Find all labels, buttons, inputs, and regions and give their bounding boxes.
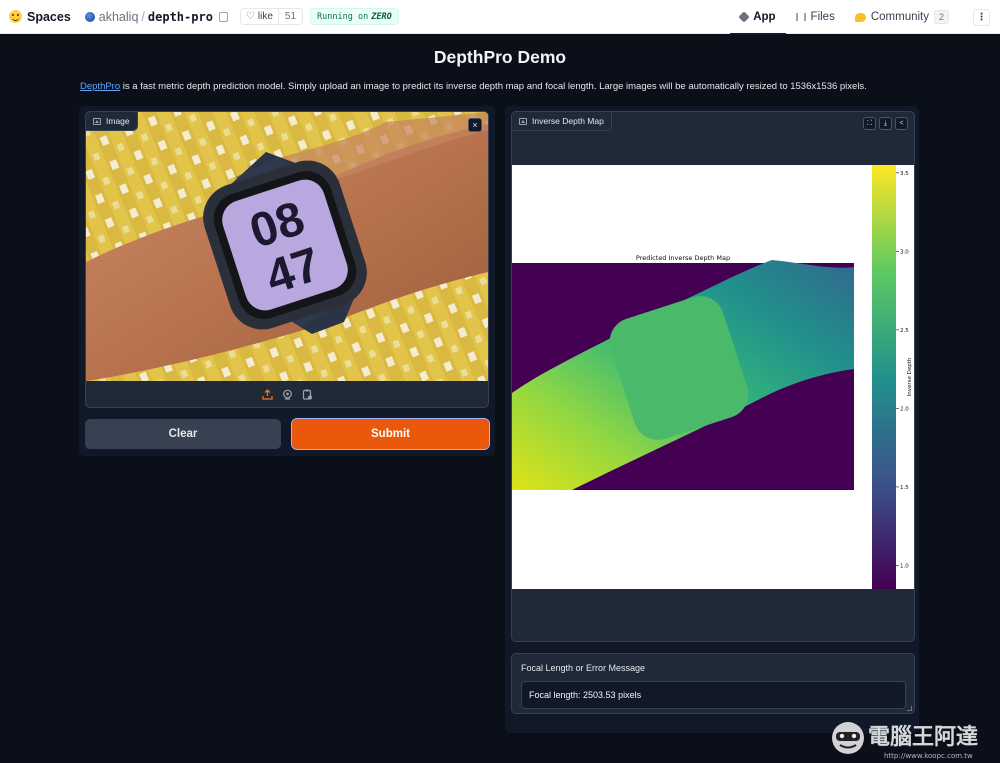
runtime-prefix: Running on <box>317 11 369 22</box>
tab-community[interactable]: Community 2 <box>845 0 959 34</box>
clear-button[interactable]: Clear <box>85 419 281 449</box>
image-upload[interactable]: Image × 08 47 <box>85 111 489 408</box>
image-icon <box>519 117 527 125</box>
watermark-url: http://www.koopc.com.tw <box>884 752 973 760</box>
uploaded-photo: 08 47 <box>86 112 488 381</box>
tab-files-label: Files <box>810 11 835 23</box>
page-description: DepthPro is a fast metric depth predicti… <box>80 81 867 92</box>
image-label: Image <box>106 116 130 126</box>
more-options-icon[interactable]: ⋮ <box>973 8 990 26</box>
runtime-hardware: ZERO <box>371 11 392 22</box>
brand-label: Spaces <box>27 9 71 24</box>
breadcrumb-separator: / <box>141 9 145 24</box>
community-icon <box>854 12 866 22</box>
like-label: like <box>257 11 273 22</box>
image-icon <box>93 117 101 125</box>
user-avatar-icon <box>84 11 95 22</box>
spaces-brand[interactable]: Spaces <box>9 10 71 24</box>
webcam-icon[interactable] <box>282 389 293 400</box>
colorbar-tick-label: 3.5 <box>900 171 909 177</box>
runtime-badge[interactable]: Running on ZERO <box>310 8 399 25</box>
owner-link[interactable]: akhaliq <box>99 10 139 24</box>
files-icon <box>795 13 806 21</box>
app-icon <box>738 11 750 23</box>
paste-clipboard-icon[interactable] <box>302 389 313 400</box>
tab-app[interactable]: App <box>730 0 786 35</box>
download-icon[interactable]: ⤓ <box>879 117 892 130</box>
fullscreen-icon[interactable]: ⛶ <box>863 117 876 130</box>
colorbar <box>872 165 896 589</box>
share-icon[interactable]: < <box>895 117 908 130</box>
koopc-watermark-logo: 電腦王阿達 http://www.koopc.com.tw <box>832 722 978 760</box>
focal-length-textbox[interactable]: Focal length: 2503.53 pixels <box>521 681 906 709</box>
tab-app-label: App <box>753 11 776 23</box>
submit-button[interactable]: Submit <box>291 418 490 450</box>
colorbar-tick-label: 3.0 <box>900 249 909 255</box>
depth-label: Inverse Depth Map <box>532 116 604 126</box>
textbox-resize-handle[interactable] <box>907 706 912 711</box>
image-source-toolbar <box>86 381 488 407</box>
tab-community-label: Community <box>870 11 929 23</box>
like-count: 51 <box>277 9 302 24</box>
like-button[interactable]: ♡ like 51 <box>239 8 304 25</box>
colorbar-tick-label: 2.5 <box>900 328 909 334</box>
upload-icon[interactable] <box>261 388 273 400</box>
depth-map-output: Inverse Depth Map ⛶ ⤓ < Predicted Invers… <box>511 111 915 642</box>
depth-heatmap-chart: Predicted Inverse Depth Map 3.5 3.0 2.5 2.0… <box>512 165 913 589</box>
community-count-badge: 2 <box>933 10 949 24</box>
focal-length-label: Focal Length or Error Message <box>521 663 646 673</box>
image-label-tag: Image <box>86 112 138 131</box>
clear-image-icon[interactable]: × <box>468 118 482 132</box>
heart-icon: ♡ <box>245 11 255 22</box>
huggingface-logo-icon <box>9 10 22 23</box>
description-text: is a fast metric depth prediction model.… <box>120 81 867 92</box>
page-title: DepthPro Demo <box>433 47 567 67</box>
wrist-watch-photo: 08 47 <box>86 112 488 381</box>
depth-label-tag: Inverse Depth Map <box>512 112 612 131</box>
output-toolbar: ⛶ ⤓ < <box>863 117 908 130</box>
focal-length-output: Focal Length or Error Message Focal leng… <box>511 653 915 714</box>
colorbar-label: Inverse Depth <box>907 357 913 396</box>
repo-link[interactable]: depth-pro <box>148 10 213 24</box>
colorbar-tick-label: 1.5 <box>900 485 909 491</box>
depthpro-link[interactable]: DepthPro <box>80 81 120 92</box>
breadcrumb: akhaliq / depth-pro <box>84 9 228 24</box>
copy-icon[interactable] <box>218 11 228 22</box>
depth-plot: Predicted Inverse Depth Map 3.5 3.0 2.5 2.0… <box>512 165 914 589</box>
colorbar-tick-label: 2.0 <box>900 406 909 412</box>
colorbar-tick-label: 1.0 <box>900 563 909 569</box>
watermark-text: 電腦王阿達 <box>868 724 978 750</box>
top-navbar: Spaces akhaliq / depth-pro ♡ like 51 Runn… <box>0 0 1000 35</box>
tab-files[interactable]: Files <box>786 0 845 34</box>
chart-title: Predicted Inverse Depth Map <box>636 254 730 262</box>
